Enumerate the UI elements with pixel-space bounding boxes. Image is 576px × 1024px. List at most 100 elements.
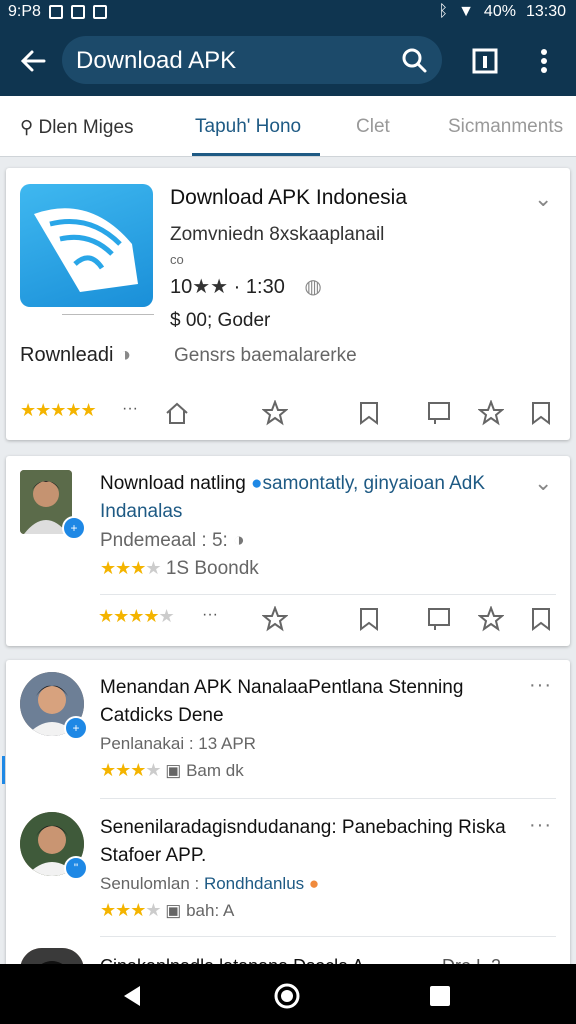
image-icon: ▣ <box>165 901 182 920</box>
image-icon: ▣ <box>165 761 182 780</box>
post-divider <box>100 594 556 595</box>
status-bar: 9:P8 ᛒ ▼ 40% 13:30 <box>0 0 576 24</box>
left-label-text: Rownleadi <box>20 344 114 366</box>
app-toolbar: Download APK <box>0 24 576 96</box>
post-title-b: samontatly, ginyaioan AdK <box>262 473 486 494</box>
item-meta-a: Senulomlan : <box>100 874 204 893</box>
item-title[interactable]: Senenilaradagisndudanang: Panebaching Ri… <box>100 814 520 870</box>
verified-badge-icon: " <box>64 856 88 880</box>
chevron-down-icon[interactable]: ⌄ <box>534 186 556 211</box>
tab-tapuh-hono[interactable]: Tapuh' Hono <box>195 96 301 156</box>
home-icon[interactable] <box>164 400 190 426</box>
item-stars: ★★★★ <box>100 900 162 920</box>
app-logo <box>20 184 153 307</box>
post-stars: ★★★★ <box>100 558 162 578</box>
wifi-icon: ▼ <box>458 3 474 20</box>
post-rating-text: 1S Boondk <box>165 558 259 579</box>
rating-stars: ★★★★★ <box>20 400 97 420</box>
item-rating-text: bah: A <box>186 901 235 920</box>
comment-icon[interactable] <box>426 400 452 426</box>
app-notification-icon <box>70 5 85 19</box>
results-list-card: + Menandan APK NanalaaPentlana Stenning … <box>6 660 570 970</box>
search-icon[interactable] <box>400 46 428 74</box>
post-meta: Pndemeaal : 5: ◑ <box>100 530 245 551</box>
save-icon[interactable] <box>528 606 554 632</box>
nav-recents-icon[interactable] <box>429 985 451 1007</box>
emoji-icon: ● <box>308 874 320 893</box>
app-right-label: Gensrs baemalarerke <box>174 345 357 366</box>
publisher-text: 00; Goder <box>185 310 271 331</box>
item-rating-row: ★★★★ ▣ bah: A <box>100 900 234 921</box>
search-icon: ⚲ <box>20 117 34 137</box>
save-icon[interactable] <box>528 400 554 426</box>
app-title[interactable]: Download APK Indonesia <box>170 186 407 210</box>
status-time-left: 9:P8 <box>8 3 41 20</box>
item-rating-row: ★★★★ ▣ Bam dk <box>100 760 244 781</box>
app-card[interactable]: Download APK Indonesia ⌄ Zomvniedn 8xska… <box>6 168 570 440</box>
nav-back-icon[interactable] <box>120 984 144 1008</box>
rating-meta: · 1:30 <box>233 276 285 298</box>
publisher-row: $ 00; Goder <box>170 310 270 332</box>
verified-badge-icon: + <box>64 716 88 740</box>
search-query-text[interactable]: Download APK <box>76 47 236 75</box>
item-meta: Penlanakai : 13 APR <box>100 734 256 753</box>
nav-home-icon[interactable] <box>273 982 301 1010</box>
favorite-star-icon[interactable] <box>478 400 504 426</box>
overflow-menu-icon[interactable] <box>527 44 561 78</box>
app-left-label: Rownleadi ◑ <box>20 344 132 366</box>
post-action-stars: ★★★★★ <box>98 606 175 626</box>
verified-badge-icon: + <box>62 516 86 540</box>
item-meta-b[interactable]: Rondhdanlus <box>204 874 304 893</box>
status-time-right: 13:30 <box>525 3 566 20</box>
photo-notification-icon <box>92 5 107 19</box>
tab-label: Dlen Miges <box>38 117 134 138</box>
more-dots[interactable]: ··· <box>202 606 218 624</box>
item-stars: ★★★★ <box>100 760 162 780</box>
star-icons: ★★ <box>192 276 229 298</box>
item-title[interactable]: Menandan APK NanalaaPentlana Stenning Ca… <box>100 674 500 730</box>
item-meta: Senulomlan : Rondhdanlus ● <box>100 874 319 894</box>
tab-clet[interactable]: Clet <box>356 96 390 156</box>
post-action-row: ★★★★★ ··· <box>6 600 570 640</box>
comment-icon[interactable] <box>426 606 452 632</box>
post-card[interactable]: + Nownload natling ●samontatly, ginyaioa… <box>6 456 570 646</box>
battery-level: 40% <box>483 3 516 20</box>
star-outline-icon[interactable] <box>262 606 288 632</box>
post-meta-text: Pndemeaal : 5: <box>100 530 228 551</box>
chevron-down-icon[interactable]: ⌄ <box>534 470 556 495</box>
item-divider <box>100 798 556 799</box>
more-options-icon[interactable]: ··· <box>529 814 552 837</box>
image-notification-icon <box>48 5 63 19</box>
post-title-c: Indanalas <box>100 501 183 522</box>
post-rating-row: ★★★★ 1S Boondk <box>100 558 259 580</box>
item-rating-text: Bam dk <box>186 761 244 780</box>
globe-icon: ◍ <box>304 276 322 298</box>
app-rating-row: 10★★ · 1:30 ◍ <box>170 274 322 299</box>
favorite-star-icon[interactable] <box>478 606 504 632</box>
system-nav-bar <box>0 964 576 1024</box>
app-subtitle: Zomvniedn 8xskaaplanail <box>170 224 385 245</box>
tab-bar: ⚲ Dlen Miges Tapuh' Hono Clet Sicmanment… <box>0 96 576 157</box>
app-small-text: co <box>170 252 184 267</box>
action-row: ★★★★★ ··· <box>6 394 570 434</box>
bluetooth-icon: ᛒ <box>438 3 449 20</box>
tab-sicmanments[interactable]: Sicmanments <box>448 96 563 156</box>
back-arrow-icon[interactable] <box>18 46 48 76</box>
tab-dlen-miges[interactable]: ⚲ Dlen Miges <box>20 96 134 156</box>
active-tab-indicator <box>192 153 320 156</box>
bookmark-icon[interactable] <box>356 606 382 632</box>
wifi-leaf-icon <box>34 208 138 292</box>
post-title-a: Nownload natling <box>100 473 252 494</box>
blue-dot-icon: ● <box>251 473 263 494</box>
scroll-indicator <box>2 756 5 784</box>
bookmark-icon[interactable] <box>356 400 382 426</box>
more-options-icon[interactable]: ··· <box>529 674 552 697</box>
item-divider <box>100 936 556 937</box>
icon-shadow-line <box>62 314 154 315</box>
post-title[interactable]: Nownload natling ●samontatly, ginyaioan … <box>100 470 530 526</box>
dollar-icon: $ <box>170 310 181 331</box>
more-dots[interactable]: ··· <box>122 400 138 418</box>
star-outline-icon[interactable] <box>262 400 288 426</box>
install-app-icon[interactable] <box>468 44 502 78</box>
search-box[interactable]: Download APK <box>62 36 442 84</box>
